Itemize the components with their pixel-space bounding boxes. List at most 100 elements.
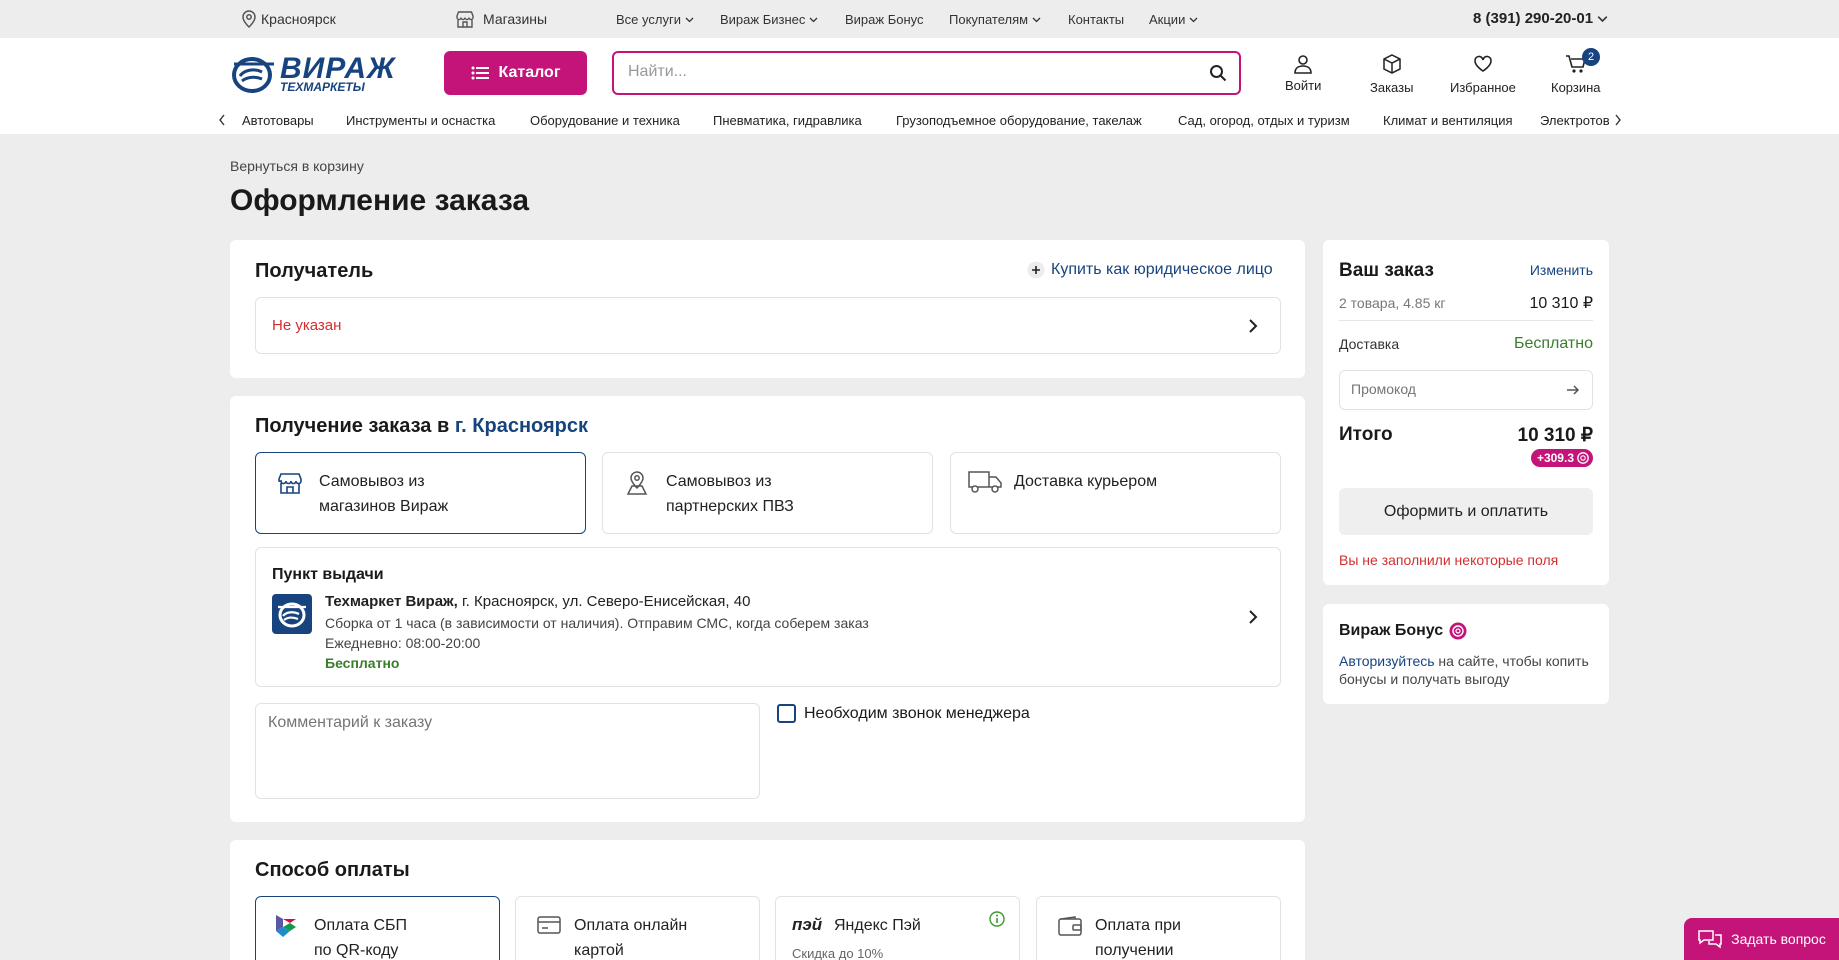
- promo-menu[interactable]: Акции: [1149, 12, 1198, 27]
- category-link[interactable]: Инструменты и оснастка: [346, 113, 495, 128]
- assembly-info: Сборка от 1 часа (в зависимости от налич…: [325, 615, 869, 631]
- delivery-label: Доставка: [1339, 336, 1400, 352]
- payment-yandex-pay[interactable]: пэй Яндекс Пэй Скидка до 10%: [775, 896, 1020, 960]
- category-link[interactable]: Автотовары: [242, 113, 314, 128]
- option-line2: Скидка до 10%: [792, 946, 884, 960]
- store-name: Техмаркет Вираж,: [325, 593, 458, 610]
- option-line1: Самовывоз из: [666, 473, 772, 490]
- top-bar: Красноярск Магазины Все услуги Вираж Биз…: [0, 0, 1839, 38]
- chevron-down-icon: [809, 17, 818, 23]
- logo[interactable]: ВИРАЖ ТЕХМАРКЕТЫ: [232, 52, 418, 94]
- page-title: Оформление заказа: [230, 184, 530, 217]
- payment-on-receipt[interactable]: Оплата при получении: [1036, 896, 1281, 960]
- city-label: Красноярск: [261, 11, 336, 27]
- option-line2: получении: [1095, 942, 1174, 959]
- city-selector[interactable]: Красноярск: [241, 10, 336, 28]
- promo-code-input[interactable]: [1351, 381, 1551, 397]
- store-address: г. Красноярск, ул. Северо-Енисейская, 40: [457, 593, 751, 610]
- contacts-label: Контакты: [1068, 12, 1125, 27]
- orders-label: Заказы: [1370, 80, 1414, 95]
- category-link[interactable]: Грузоподъемное оборудование, такелаж: [896, 113, 1142, 128]
- stores-link[interactable]: Магазины: [455, 10, 547, 28]
- catalog-button[interactable]: Каталог: [444, 51, 587, 95]
- bonus-coin-icon: [1449, 622, 1467, 640]
- option-courier[interactable]: Доставка курьером: [950, 452, 1281, 534]
- search-icon[interactable]: [1209, 64, 1227, 82]
- search-box: [612, 51, 1241, 95]
- recipient-status: Не указан: [272, 317, 342, 334]
- bonus-link[interactable]: Вираж Бонус: [845, 12, 924, 27]
- back-to-cart-link[interactable]: Вернуться в корзину: [230, 158, 364, 174]
- call-manager-label: Необходим звонок менеджера: [804, 704, 1030, 722]
- pickup-price: Бесплатно: [325, 655, 400, 671]
- delivery-title-prefix: Получение заказа в: [255, 415, 450, 437]
- promo-label: Акции: [1149, 12, 1186, 27]
- cart-count-badge: 2: [1582, 48, 1600, 66]
- store-icon: [278, 473, 302, 494]
- checkout-button[interactable]: Оформить и оплатить: [1339, 488, 1593, 535]
- store-address-line: Техмаркет Вираж, г. Красноярск, ул. Севе…: [325, 593, 750, 610]
- option-pickup-stores[interactable]: Самовывоз из магазинов Вираж: [255, 452, 586, 534]
- recipient-selector[interactable]: Не указан: [255, 297, 1281, 354]
- search-input[interactable]: [628, 63, 1188, 81]
- category-link[interactable]: Климат и вентиляция: [1383, 113, 1513, 128]
- favorites-label: Избранное: [1450, 80, 1516, 95]
- sbp-logo-icon: [276, 915, 296, 937]
- contacts-link[interactable]: Контакты: [1068, 12, 1124, 27]
- category-link[interactable]: Сад, огород, отдых и туризм: [1178, 113, 1350, 128]
- ask-question-button[interactable]: Задать вопрос: [1684, 918, 1839, 960]
- category-link[interactable]: Электротовары: [1540, 113, 1610, 128]
- option-line1: Доставка курьером: [1014, 473, 1158, 490]
- arrow-right-icon[interactable]: [1566, 384, 1580, 396]
- total-value: 10 310 ₽: [1517, 425, 1593, 446]
- stores-label: Магазины: [483, 11, 548, 27]
- box-icon: [1382, 54, 1401, 74]
- phone-menu[interactable]: 8 (391) 290-20-01: [1473, 10, 1608, 27]
- option-line1: Яндекс Пэй: [834, 917, 921, 934]
- edit-order-link[interactable]: Изменить: [1530, 262, 1593, 278]
- logo-subtext: ТЕХМАРКЕТЫ: [280, 80, 365, 94]
- legal-entity-label: Купить как юридическое лицо: [1051, 261, 1273, 278]
- category-link[interactable]: Оборудование и техника: [530, 113, 680, 128]
- order-summary-card: Ваш заказ Изменить 2 товара, 4.85 кг 10 …: [1323, 240, 1609, 585]
- chevron-right-icon[interactable]: [1614, 114, 1622, 126]
- store-icon: [456, 11, 474, 28]
- option-pickup-partners[interactable]: Самовывоз из партнерских ПВЗ: [602, 452, 933, 534]
- credit-card-icon: [537, 916, 561, 934]
- bonus-points: +309.3: [1536, 451, 1574, 465]
- payment-card-online[interactable]: Оплата онлайн картой: [515, 896, 760, 960]
- ask-question-label: Задать вопрос: [1731, 931, 1826, 947]
- pickup-point-title: Пункт выдачи: [272, 566, 384, 583]
- orders-button[interactable]: Заказы: [1370, 54, 1413, 95]
- bonus-text: Авторизуйтесь на сайте, чтобы копить бон…: [1339, 652, 1595, 688]
- yandex-pay-logo: пэй: [792, 915, 823, 934]
- favorites-button[interactable]: Избранное: [1450, 54, 1516, 95]
- authorize-link[interactable]: Авторизуйтесь: [1339, 653, 1435, 669]
- payment-card: Способ оплаты Оплата СБП по QR-коду Опла…: [230, 840, 1305, 960]
- chevron-down-icon: [1597, 16, 1608, 23]
- option-line1: Самовывоз из: [319, 473, 425, 490]
- chevron-right-icon: [1249, 319, 1258, 333]
- customers-menu[interactable]: Покупателям: [949, 12, 1041, 27]
- pickup-point-selector[interactable]: Пункт выдачи Техмаркет Вираж, г. Красноя…: [255, 547, 1281, 687]
- delivery-card: Получение заказа в г. Красноярск Самовыв…: [230, 396, 1305, 822]
- login-button[interactable]: Войти: [1285, 54, 1321, 93]
- info-icon[interactable]: [989, 911, 1005, 927]
- bonus-card: Вираж Бонус Авторизуйтесь на сайте, чтоб…: [1323, 604, 1609, 704]
- category-link[interactable]: Пневматика, гидравлика: [713, 113, 862, 128]
- services-menu[interactable]: Все услуги: [616, 12, 694, 27]
- payment-sbp[interactable]: Оплата СБП по QR-коду: [255, 896, 500, 960]
- phone-number: 8 (391) 290-20-01: [1473, 10, 1594, 27]
- business-menu[interactable]: Вираж Бизнес: [720, 12, 818, 27]
- location-pin-icon: [242, 10, 256, 28]
- chevron-left-icon[interactable]: [218, 114, 226, 126]
- checkbox-box[interactable]: [777, 704, 796, 723]
- order-comment-field[interactable]: [255, 703, 760, 799]
- option-line2: магазинов Вираж: [319, 498, 449, 515]
- delivery-city-link[interactable]: г. Красноярск: [455, 415, 588, 437]
- legal-entity-link[interactable]: Купить как юридическое лицо: [1027, 261, 1273, 279]
- logo-mark-icon: [278, 602, 306, 628]
- logo-mark-icon: [232, 57, 274, 93]
- call-manager-checkbox[interactable]: Необходим звонок менеджера: [777, 704, 1030, 723]
- cart-label: Корзина: [1551, 80, 1601, 95]
